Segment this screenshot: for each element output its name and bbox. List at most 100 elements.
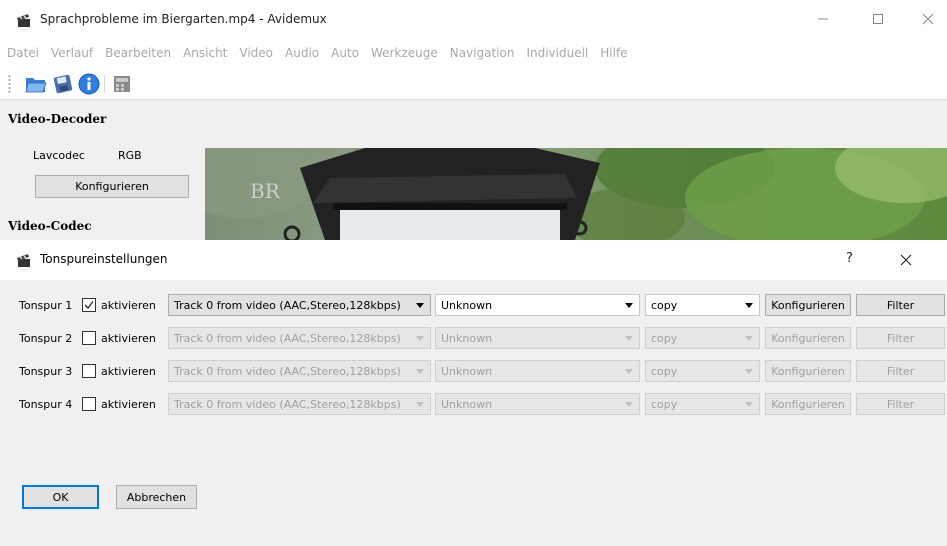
- codec-dropdown[interactable]: copy: [645, 360, 760, 382]
- menu-hilfe[interactable]: Hilfe: [600, 44, 627, 62]
- source-track-value: Track 0 from video (AAC,Stereo,128kbps): [174, 397, 401, 411]
- dialog-title: Tonspureinstellungen: [40, 252, 168, 266]
- main-title-bar: Sprachprobleme im Biergarten.mp4 - Avide…: [0, 0, 947, 40]
- track-label: Tonspur 1: [19, 299, 73, 312]
- info-icon[interactable]: [77, 72, 101, 96]
- chevron-down-icon: [745, 336, 753, 341]
- menu-verlauf[interactable]: Verlauf: [51, 44, 93, 62]
- configure-button[interactable]: Konfigurieren: [765, 294, 851, 316]
- configure-button[interactable]: Konfigurieren: [765, 393, 851, 415]
- decoder-format: RGB: [118, 149, 142, 162]
- language-value: Unknown: [441, 364, 493, 378]
- film-calculator-icon[interactable]: [110, 72, 134, 96]
- track-row-1: Tonspur 1 aktivieren Track 0 from video …: [0, 294, 947, 318]
- toolbar-separator: [104, 75, 105, 93]
- source-track-dropdown[interactable]: Track 0 from video (AAC,Stereo,128kbps): [168, 327, 431, 349]
- track-row-3: Tonspur 3 aktivieren Track 0 from video …: [0, 360, 947, 384]
- decoder-configure-button[interactable]: Konfigurieren: [35, 175, 189, 198]
- window-title: Sprachprobleme im Biergarten.mp4 - Avide…: [40, 12, 327, 26]
- chevron-down-icon: [625, 336, 633, 341]
- menu-bearbeiten[interactable]: Bearbeiten: [105, 44, 171, 62]
- cancel-button[interactable]: Abbrechen: [116, 485, 197, 509]
- language-dropdown[interactable]: Unknown: [435, 294, 640, 316]
- menu-auto[interactable]: Auto: [331, 44, 359, 62]
- chevron-down-icon: [745, 303, 753, 308]
- open-folder-icon[interactable]: [24, 72, 48, 96]
- enable-label: aktivieren: [101, 299, 156, 312]
- language-dropdown[interactable]: Unknown: [435, 327, 640, 349]
- video-settings-panel: Video-Decoder Lavcodec RGB Konfigurieren…: [0, 100, 205, 240]
- br-logo: BR: [250, 179, 281, 203]
- configure-button[interactable]: Konfigurieren: [765, 360, 851, 382]
- menu-audio[interactable]: Audio: [285, 44, 319, 62]
- filter-button[interactable]: Filter: [856, 393, 945, 415]
- avidemux-clapperboard-icon: [16, 253, 32, 272]
- video-codec-title: Video-Codec: [8, 219, 92, 233]
- codec-value: copy: [651, 298, 678, 312]
- enable-label: aktivieren: [101, 398, 156, 411]
- filter-button[interactable]: Filter: [856, 327, 945, 349]
- menu-datei[interactable]: Datei: [7, 44, 39, 62]
- chevron-down-icon: [625, 402, 633, 407]
- menu-video[interactable]: Video: [239, 44, 273, 62]
- codec-value: copy: [651, 397, 678, 411]
- filter-button[interactable]: Filter: [856, 294, 945, 316]
- enable-checkbox[interactable]: [82, 397, 96, 411]
- codec-value: copy: [651, 331, 678, 345]
- video-decoder-title: Video-Decoder: [8, 112, 107, 126]
- track-row-2: Tonspur 2 aktivieren Track 0 from video …: [0, 327, 947, 351]
- track-label: Tonspur 3: [19, 365, 73, 378]
- codec-dropdown[interactable]: copy: [645, 393, 760, 415]
- source-track-value: Track 0 from video (AAC,Stereo,128kbps): [174, 298, 401, 312]
- chevron-down-icon: [625, 369, 633, 374]
- track-row-4: Tonspur 4 aktivieren Track 0 from video …: [0, 393, 947, 417]
- enable-label: aktivieren: [101, 332, 156, 345]
- language-dropdown[interactable]: Unknown: [435, 393, 640, 415]
- source-track-dropdown[interactable]: Track 0 from video (AAC,Stereo,128kbps): [168, 360, 431, 382]
- filter-button[interactable]: Filter: [856, 360, 945, 382]
- enable-label: aktivieren: [101, 365, 156, 378]
- chevron-down-icon: [416, 369, 424, 374]
- language-value: Unknown: [441, 298, 493, 312]
- minimize-button[interactable]: [808, 8, 838, 30]
- chevron-down-icon: [416, 336, 424, 341]
- toolbar: [0, 66, 947, 100]
- enable-checkbox[interactable]: [82, 331, 96, 345]
- enable-checkbox[interactable]: [82, 364, 96, 378]
- menu-werkzeuge[interactable]: Werkzeuge: [371, 44, 438, 62]
- enable-checkbox[interactable]: [82, 298, 96, 312]
- source-track-value: Track 0 from video (AAC,Stereo,128kbps): [174, 364, 401, 378]
- language-value: Unknown: [441, 331, 493, 345]
- menu-navigation[interactable]: Navigation: [450, 44, 515, 62]
- source-track-value: Track 0 from video (AAC,Stereo,128kbps): [174, 331, 401, 345]
- language-dropdown[interactable]: Unknown: [435, 360, 640, 382]
- chevron-down-icon: [745, 402, 753, 407]
- codec-value: copy: [651, 364, 678, 378]
- audio-track-settings-dialog: Tonspureinstellungen ? Tonspur 1 aktivie…: [0, 240, 947, 546]
- language-value: Unknown: [441, 397, 493, 411]
- maximize-button[interactable]: [863, 8, 893, 30]
- track-label: Tonspur 4: [19, 398, 73, 411]
- track-label: Tonspur 2: [19, 332, 73, 345]
- dialog-title-bar: Tonspureinstellungen ?: [0, 240, 947, 280]
- source-track-dropdown[interactable]: Track 0 from video (AAC,Stereo,128kbps): [168, 393, 431, 415]
- menu-individuell[interactable]: Individuell: [526, 44, 588, 62]
- avidemux-clapperboard-icon: [16, 13, 32, 29]
- configure-button[interactable]: Konfigurieren: [765, 327, 851, 349]
- help-button[interactable]: ?: [846, 251, 853, 266]
- menu-bar: Datei Verlauf Bearbeiten Ansicht Video A…: [0, 40, 947, 66]
- video-preview: BR: [205, 148, 947, 240]
- source-track-dropdown[interactable]: Track 0 from video (AAC,Stereo,128kbps): [168, 294, 431, 316]
- chevron-down-icon: [625, 303, 633, 308]
- toolbar-grip[interactable]: [8, 74, 11, 94]
- close-window-button[interactable]: [913, 8, 943, 30]
- ok-button[interactable]: OK: [22, 485, 99, 509]
- chevron-down-icon: [416, 303, 424, 308]
- menu-ansicht[interactable]: Ansicht: [183, 44, 227, 62]
- decoder-name: Lavcodec: [33, 149, 85, 162]
- close-dialog-button[interactable]: [894, 249, 918, 271]
- codec-dropdown[interactable]: copy: [645, 327, 760, 349]
- chevron-down-icon: [745, 369, 753, 374]
- codec-dropdown[interactable]: copy: [645, 294, 760, 316]
- save-disk-icon[interactable]: [51, 72, 75, 96]
